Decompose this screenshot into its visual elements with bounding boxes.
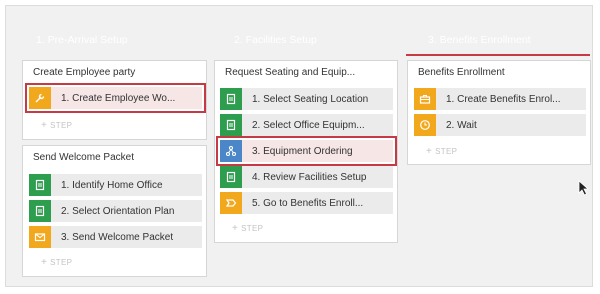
process-title: Create Employee party [33, 67, 136, 78]
add-step-label: STEP [241, 224, 264, 233]
step-send-welcome-packet[interactable]: 3. Send Welcome Packet [29, 226, 202, 248]
add-step-button[interactable]: + STEP [426, 146, 457, 160]
form-icon [220, 114, 242, 136]
add-step-button[interactable]: + STEP [41, 120, 72, 134]
add-step-label: STEP [50, 121, 73, 130]
add-step-label: STEP [435, 147, 458, 156]
step-select-office-equipment[interactable]: 2. Select Office Equipm... [220, 114, 393, 136]
stage-header-facilities-setup[interactable]: 2. Facilities Setup [210, 23, 405, 56]
step-select-seating-location[interactable]: 1. Select Seating Location [220, 88, 393, 110]
step-label: 1. Identify Home Office [61, 179, 163, 191]
form-icon [220, 166, 242, 188]
process-card-request-seating-and-equipment: Request Seating and Equip... 1. Select S… [214, 60, 398, 243]
mouse-cursor-icon [578, 180, 590, 196]
stage-active-underline [406, 54, 590, 56]
step-label: 1. Create Benefits Enrol... [446, 93, 561, 105]
plus-icon: + [41, 257, 48, 268]
plus-icon: + [232, 223, 239, 234]
step-label: 2. Wait [446, 119, 477, 131]
plus-icon: + [426, 146, 433, 157]
step-label: 2. Select Office Equipm... [252, 119, 365, 131]
step-review-facilities-setup[interactable]: 4. Review Facilities Setup [220, 166, 393, 188]
stage-label: 3. Benefits Enrollment [428, 33, 531, 46]
stage-label: 1. Pre-Arrival Setup [36, 33, 128, 46]
step-wait[interactable]: 2. Wait [414, 114, 586, 136]
envelope-icon [29, 226, 51, 248]
step-label: 4. Review Facilities Setup [252, 171, 367, 183]
selection-highlight [25, 83, 206, 113]
add-step-button[interactable]: + STEP [41, 257, 72, 271]
step-label: 3. Send Welcome Packet [61, 231, 174, 243]
form-icon [220, 88, 242, 110]
step-go-to-benefits-enrollment[interactable]: 5. Go to Benefits Enroll... [220, 192, 393, 214]
add-step-label: STEP [50, 258, 73, 267]
form-icon [29, 174, 51, 196]
step-identify-home-office[interactable]: 1. Identify Home Office [29, 174, 202, 196]
add-step-button[interactable]: + STEP [232, 223, 263, 237]
clock-icon [414, 114, 436, 136]
process-card-benefits-enrollment: Benefits Enrollment 1. Create Benefits E… [407, 60, 591, 165]
step-select-orientation-plan[interactable]: 2. Select Orientation Plan [29, 200, 202, 222]
step-label: 1. Select Seating Location [252, 93, 369, 105]
change-stage-icon [220, 192, 242, 214]
plus-icon: + [41, 120, 48, 131]
process-title: Send Welcome Packet [33, 152, 134, 163]
step-label: 5. Go to Benefits Enroll... [252, 197, 364, 209]
process-title: Request Seating and Equip... [225, 67, 356, 78]
process-card-create-employee-party: Create Employee party 1. Create Employee… [22, 60, 207, 140]
process-card-send-welcome-packet: Send Welcome Packet 1. Identify Home Off… [22, 145, 207, 277]
step-label: 2. Select Orientation Plan [61, 205, 175, 217]
step-create-benefits-enrollment[interactable]: 1. Create Benefits Enrol... [414, 88, 586, 110]
process-title: Benefits Enrollment [418, 67, 505, 78]
selection-highlight [216, 136, 397, 166]
stage-header-pre-arrival-setup[interactable]: 1. Pre-Arrival Setup [20, 23, 220, 56]
stage-label: 2. Facilities Setup [234, 33, 317, 46]
briefcase-icon [414, 88, 436, 110]
stage-header-benefits-enrollment[interactable]: 3. Benefits Enrollment [406, 23, 590, 56]
form-icon [29, 200, 51, 222]
